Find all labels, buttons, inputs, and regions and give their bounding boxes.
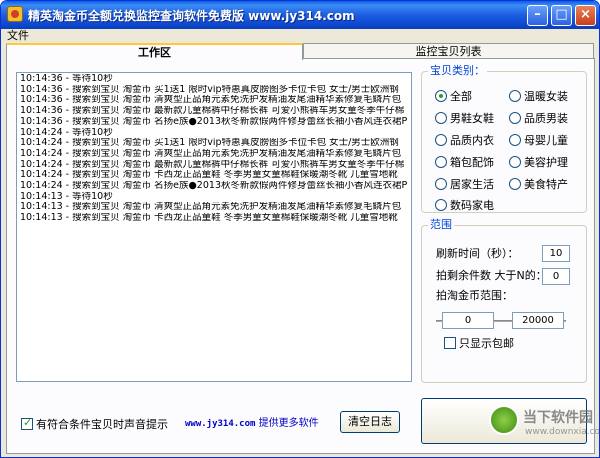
- checkbox-box: [21, 416, 33, 430]
- main-window: 精英淘金币全额兑换监控查询软件免费版 www.jy314.com – □ × 文…: [0, 0, 600, 458]
- category-radio-home[interactable]: 居家生活: [435, 178, 494, 192]
- minimize-button[interactable]: –: [527, 5, 548, 26]
- log-line: 10:14:36 - 等待10秒: [20, 74, 113, 84]
- radio-label: 品质男装: [524, 112, 568, 125]
- tab-workspace[interactable]: 工作区: [6, 43, 303, 60]
- radio-label: 全部: [450, 90, 472, 103]
- category-radio-men[interactable]: 品质男装: [509, 112, 568, 126]
- window-title: 精英淘金币全额兑换监控查询软件免费版 www.jy314.com: [28, 9, 355, 23]
- radio-label: 美食特产: [524, 178, 568, 191]
- watermark-url: www.downxia.com: [525, 427, 600, 437]
- log-line: 10:14:36 - 搜索到宝贝 淘金币 名扬e族●2013秋冬新款假两件修身蕾…: [20, 116, 408, 127]
- menu-bar: 文件: [1, 29, 599, 43]
- log-line: 10:14:36 - 搜索到宝贝 淘金币 最新款儿童棉裤中仔棉长裤 可爱小熊裤车…: [20, 106, 405, 117]
- link-text: 提供更多软件: [258, 418, 319, 429]
- log-line: 10:14:24 - 搜索到宝贝 淘金币 卡西龙正品童鞋 冬季男童女童棉鞋保暖潮…: [20, 170, 398, 181]
- log-line: 10:14:13 - 搜索到宝贝 淘金币 卡西龙正品童鞋 冬季男童女童棉鞋保暖潮…: [20, 213, 398, 224]
- category-radio-shoes[interactable]: 男鞋女鞋: [435, 112, 494, 126]
- category-radio-baby[interactable]: 母婴儿童: [509, 134, 568, 148]
- category-radio-digital[interactable]: 数码家电: [435, 199, 494, 213]
- log-line: 10:14:36 - 搜索到宝贝 淘金币 买1送1 限时vip特惠真皮膀图多卡位…: [20, 84, 399, 95]
- checkbox-box: [444, 337, 456, 349]
- refresh-input[interactable]: 10: [542, 245, 570, 262]
- refresh-label: 刷新时间（秒）：: [436, 247, 519, 260]
- category-group: 宝贝类别： 全部 温暖女装 男鞋女鞋 品质男装 品质内衣 母婴儿童 箱包配饰 美…: [421, 65, 587, 213]
- free-shipping-label: 只显示包邮: [459, 337, 514, 350]
- radio-label: 男鞋女鞋: [450, 112, 494, 125]
- log-line: 10:14:24 - 搜索到宝贝 淘金币 名扬e族●2013秋冬新款假两件修身蕾…: [20, 181, 408, 192]
- radio-dot: [435, 199, 447, 211]
- maximize-button[interactable]: □: [551, 5, 572, 26]
- website-link[interactable]: www.jy314.com 提供更多软件: [185, 417, 319, 431]
- range-group-title: 范围: [428, 218, 454, 231]
- radio-label: 品质内衣: [450, 134, 494, 147]
- coin-max-input[interactable]: 20000: [512, 312, 564, 329]
- category-radio-food[interactable]: 美食特产: [509, 178, 568, 192]
- radio-dot: [509, 156, 521, 168]
- radio-dot: [435, 178, 447, 190]
- radio-dot: [435, 112, 447, 124]
- radio-dot: [435, 134, 447, 146]
- coin-range-label: 拍淘金币范围：: [436, 289, 513, 302]
- tab-strip: 工作区 监控宝贝列表: [6, 43, 594, 60]
- workspace-panel: 10:14:36 - 等待10秒 10:14:36 - 搜索到宝贝 淘金币 买1…: [6, 58, 595, 454]
- radio-label: 母婴儿童: [524, 134, 568, 147]
- title-bar[interactable]: 精英淘金币全额兑换监控查询软件免费版 www.jy314.com – □ ×: [1, 1, 599, 29]
- log-line: 10:14:13 - 等待10秒: [20, 191, 113, 202]
- radio-label: 数码家电: [450, 199, 494, 212]
- sound-alert-label: 有符合条件宝贝时声音提示: [36, 418, 168, 431]
- radio-label: 温暖女装: [524, 90, 568, 103]
- range-group: 范围 刷新时间（秒）： 10 拍剩余件数 大于N的： 0 拍淘金币范围： 0 2…: [421, 219, 587, 383]
- radio-label: 居家生活: [450, 178, 494, 191]
- category-radio-all[interactable]: 全部: [435, 90, 472, 104]
- log-line: 10:14:24 - 等待10秒: [20, 127, 113, 138]
- radio-label: 美容护理: [524, 156, 568, 169]
- log-line: 10:14:24 - 搜索到宝贝 淘金币 清爽型正品角元素免洗护发精油发尾油精华…: [20, 148, 402, 159]
- radio-dot: [509, 90, 521, 102]
- radio-dot: [435, 90, 447, 102]
- app-icon: [7, 6, 23, 22]
- radio-label: 箱包配饰: [450, 156, 494, 169]
- log-line: 10:14:24 - 搜索到宝贝 淘金币 最新款儿童棉裤中仔棉长裤 可爱小熊裤车…: [20, 159, 405, 170]
- radio-dot: [509, 112, 521, 124]
- remaining-label: 拍剩余件数 大于N的：: [436, 269, 547, 282]
- clear-log-button[interactable]: 清空日志: [340, 411, 400, 433]
- radio-dot: [435, 156, 447, 168]
- remaining-input[interactable]: 0: [542, 268, 570, 285]
- watermark-brand: 当下软件园: [523, 410, 593, 426]
- link-url: www.jy314.com: [185, 419, 256, 429]
- tab-monitor-list[interactable]: 监控宝贝列表: [303, 43, 594, 59]
- radio-dot: [509, 134, 521, 146]
- menu-file[interactable]: 文件: [7, 29, 29, 43]
- category-group-title: 宝贝类别：: [428, 64, 487, 77]
- watermark-logo-icon: [489, 405, 519, 435]
- radio-dot: [509, 178, 521, 190]
- coin-min-input[interactable]: 0: [442, 312, 494, 329]
- watermark: 当下软件园 www.downxia.com: [489, 405, 599, 455]
- free-shipping-checkbox[interactable]: 只显示包邮: [444, 337, 514, 351]
- close-button[interactable]: ×: [575, 5, 596, 26]
- category-radio-bags[interactable]: 箱包配饰: [435, 156, 494, 170]
- category-radio-women[interactable]: 温暖女装: [509, 90, 568, 104]
- category-radio-underwear[interactable]: 品质内衣: [435, 134, 494, 148]
- sound-alert-checkbox[interactable]: 有符合条件宝贝时声音提示: [21, 416, 168, 432]
- log-line: 10:14:36 - 搜索到宝贝 淘金币 清爽型正品角元素免洗护发精油发尾油精华…: [20, 95, 402, 106]
- log-line: 10:14:13 - 搜索到宝贝 淘金币 清爽型正品角元素免洗护发精油发尾油精华…: [20, 202, 402, 213]
- category-radio-beauty[interactable]: 美容护理: [509, 156, 568, 170]
- log-line: 10:14:24 - 搜索到宝贝 淘金币 买1送1 限时vip特惠真皮膀图多卡位…: [20, 138, 399, 149]
- log-list[interactable]: 10:14:36 - 等待10秒 10:14:36 - 搜索到宝贝 淘金币 买1…: [16, 72, 412, 382]
